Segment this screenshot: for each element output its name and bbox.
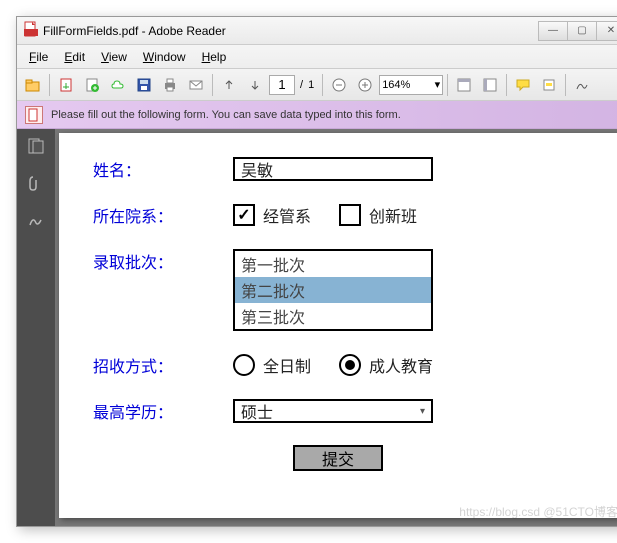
- menu-window[interactable]: Window: [135, 50, 194, 64]
- submit-label: 提交: [322, 446, 354, 470]
- minimize-button[interactable]: ―: [538, 21, 568, 41]
- comment-button[interactable]: [511, 73, 535, 97]
- page-sep: /: [297, 79, 306, 91]
- signatures-tab[interactable]: [27, 211, 45, 232]
- zoom-combo[interactable]: 164% ▾: [379, 75, 443, 95]
- page-total: 1: [308, 79, 318, 91]
- menu-help[interactable]: Help: [194, 50, 235, 64]
- close-button[interactable]: ✕: [596, 21, 617, 41]
- open-button[interactable]: [21, 73, 45, 97]
- attachments-tab[interactable]: [27, 174, 45, 195]
- menu-view[interactable]: View: [93, 50, 135, 64]
- label-batch: 录取批次：: [93, 249, 233, 273]
- page-number-input[interactable]: [269, 75, 295, 95]
- export-pdf-button[interactable]: [54, 73, 78, 97]
- maximize-button[interactable]: ▢: [567, 21, 597, 41]
- sign-button[interactable]: [570, 73, 594, 97]
- watermark: https://blog.csd @51CTO博客: [459, 503, 617, 520]
- menu-edit[interactable]: Edit: [56, 50, 93, 64]
- app-icon: [23, 21, 39, 40]
- nav-rail: [17, 129, 55, 526]
- dept-checkbox-2[interactable]: [339, 204, 361, 226]
- infobar-message: Please fill out the following form. You …: [51, 109, 401, 121]
- menubar: File Edit View Window Help: [17, 45, 617, 69]
- batch-listbox[interactable]: 第一批次 第二批次 第三批次: [233, 249, 433, 331]
- mode-radio-2[interactable]: [339, 354, 361, 376]
- document-viewport[interactable]: 姓名： 吴敏 所在院系： 经管系 创新班 录取批次： 第一批次: [55, 129, 617, 526]
- mode-radio-1[interactable]: [233, 354, 255, 376]
- print-button[interactable]: [158, 73, 182, 97]
- create-pdf-button[interactable]: [80, 73, 104, 97]
- batch-item-2[interactable]: 第三批次: [235, 303, 431, 329]
- pdf-page: 姓名： 吴敏 所在院系： 经管系 创新班 录取批次： 第一批次: [59, 133, 617, 518]
- tool2-button[interactable]: [478, 73, 502, 97]
- mode-opt2-label: 成人教育: [369, 353, 433, 377]
- page-next-button[interactable]: [243, 73, 267, 97]
- batch-item-0[interactable]: 第一批次: [235, 251, 431, 277]
- submit-button[interactable]: 提交: [293, 445, 383, 471]
- chevron-down-icon: ▾: [420, 406, 425, 417]
- titlebar: FillFormFields.pdf - Adobe Reader ― ▢ ✕: [17, 17, 617, 45]
- name-value: 吴敏: [241, 157, 273, 181]
- label-name: 姓名：: [93, 157, 233, 181]
- email-button[interactable]: [184, 73, 208, 97]
- label-edu: 最高学历：: [93, 399, 233, 423]
- pdf-doc-icon: [25, 106, 43, 124]
- zoom-in-button[interactable]: [353, 73, 377, 97]
- app-window: FillFormFields.pdf - Adobe Reader ― ▢ ✕ …: [16, 16, 617, 527]
- dept-checkbox-1[interactable]: [233, 204, 255, 226]
- cloud-button[interactable]: [106, 73, 130, 97]
- label-mode: 招收方式：: [93, 353, 233, 377]
- menu-file[interactable]: File: [21, 50, 56, 64]
- edu-value: 硕士: [241, 399, 273, 423]
- workarea: 姓名： 吴敏 所在院系： 经管系 创新班 录取批次： 第一批次: [17, 129, 617, 526]
- window-title: FillFormFields.pdf - Adobe Reader: [43, 24, 226, 38]
- zoom-value: 164%: [382, 79, 410, 91]
- page-prev-button[interactable]: [217, 73, 241, 97]
- chevron-down-icon: ▾: [435, 78, 441, 91]
- dept-opt1-label: 经管系: [263, 203, 311, 227]
- edu-combo[interactable]: 硕士 ▾: [233, 399, 433, 423]
- form-infobar: Please fill out the following form. You …: [17, 101, 617, 129]
- name-field[interactable]: 吴敏: [233, 157, 433, 181]
- mode-opt1-label: 全日制: [263, 353, 311, 377]
- toolbar: / 1 164% ▾: [17, 69, 617, 101]
- label-dept: 所在院系：: [93, 203, 233, 227]
- tool1-button[interactable]: [452, 73, 476, 97]
- dept-opt2-label: 创新班: [369, 203, 417, 227]
- zoom-out-button[interactable]: [327, 73, 351, 97]
- thumbnails-tab[interactable]: [27, 137, 45, 158]
- save-button[interactable]: [132, 73, 156, 97]
- batch-item-1[interactable]: 第二批次: [235, 277, 431, 303]
- highlight-button[interactable]: [537, 73, 561, 97]
